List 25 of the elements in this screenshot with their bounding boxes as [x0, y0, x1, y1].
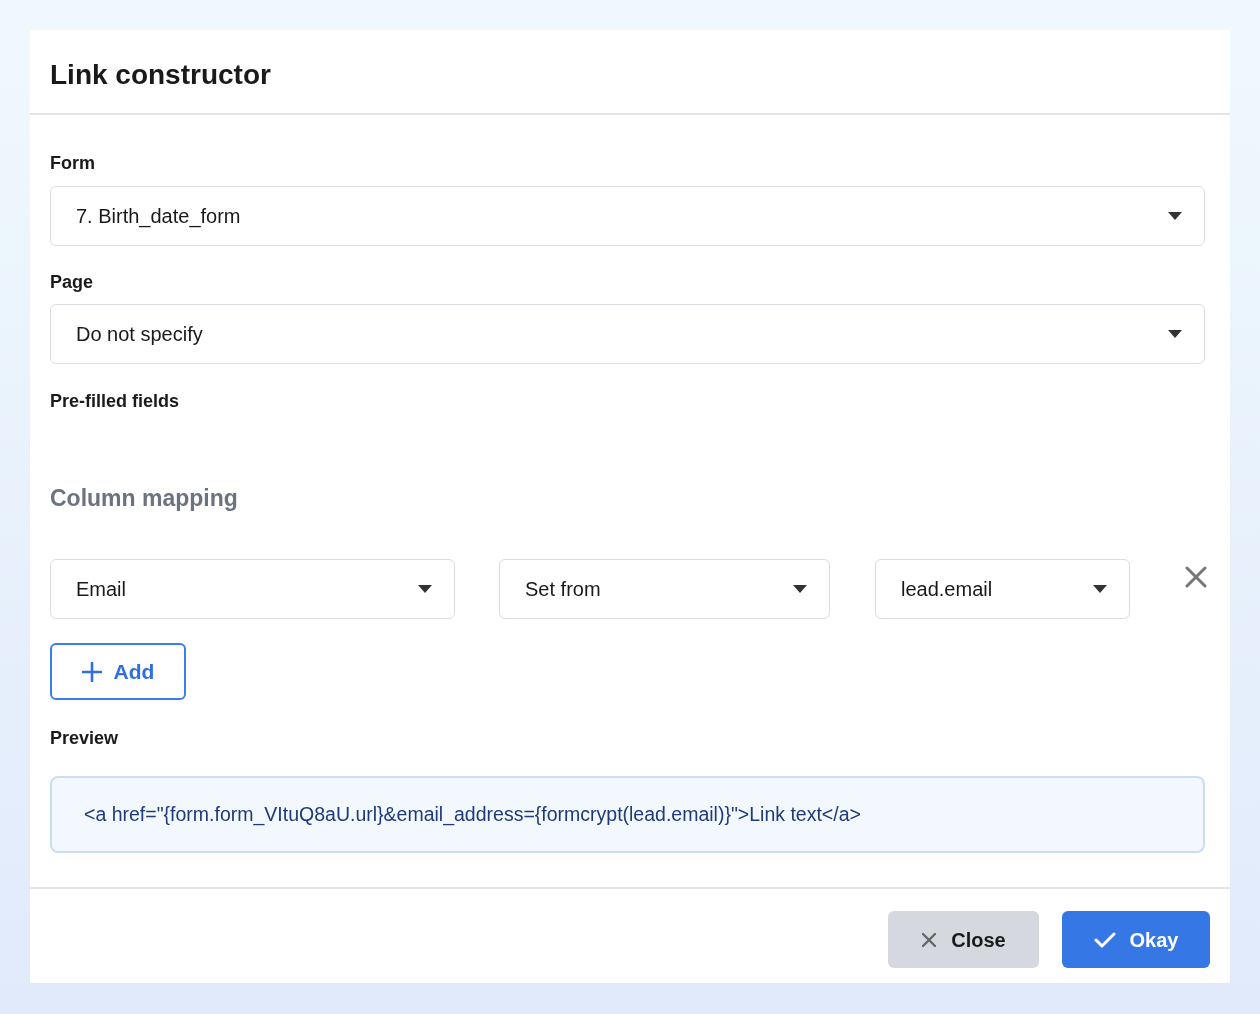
close-icon [921, 931, 938, 948]
caret-icon [1093, 585, 1107, 593]
add-button[interactable]: Add [50, 643, 186, 700]
okay-button[interactable]: Okay [1062, 911, 1210, 968]
field-label: Preview [50, 727, 119, 750]
caret-icon [1168, 330, 1182, 338]
close-button[interactable]: Close [888, 911, 1039, 968]
mode-select[interactable]: Set from [499, 559, 830, 619]
link-code: <a href="{form.form_VItuQ8aU.url}&email_address={formcrypt(lead.email)}">Link text</a> [84, 801, 861, 828]
field-select[interactable]: Email [50, 559, 455, 619]
dialog-title: Link constructor [50, 57, 271, 89]
check-icon [1093, 931, 1116, 948]
caret-icon [1168, 212, 1182, 220]
field-label: Pre-filled fields [50, 390, 180, 413]
caret-icon [793, 585, 807, 593]
page-select[interactable]: Do not specify [50, 304, 1205, 364]
field-label: Page [50, 271, 94, 294]
section-heading: Column mapping [50, 484, 238, 513]
source-select[interactable]: lead.email [875, 559, 1130, 619]
form-select[interactable]: 7. Birth_date_form [50, 186, 1205, 246]
field-label: Form [50, 152, 95, 175]
plus-icon [81, 661, 102, 682]
remove-button[interactable] [1184, 565, 1208, 589]
caret-icon [418, 585, 432, 593]
close-icon [1185, 566, 1207, 588]
